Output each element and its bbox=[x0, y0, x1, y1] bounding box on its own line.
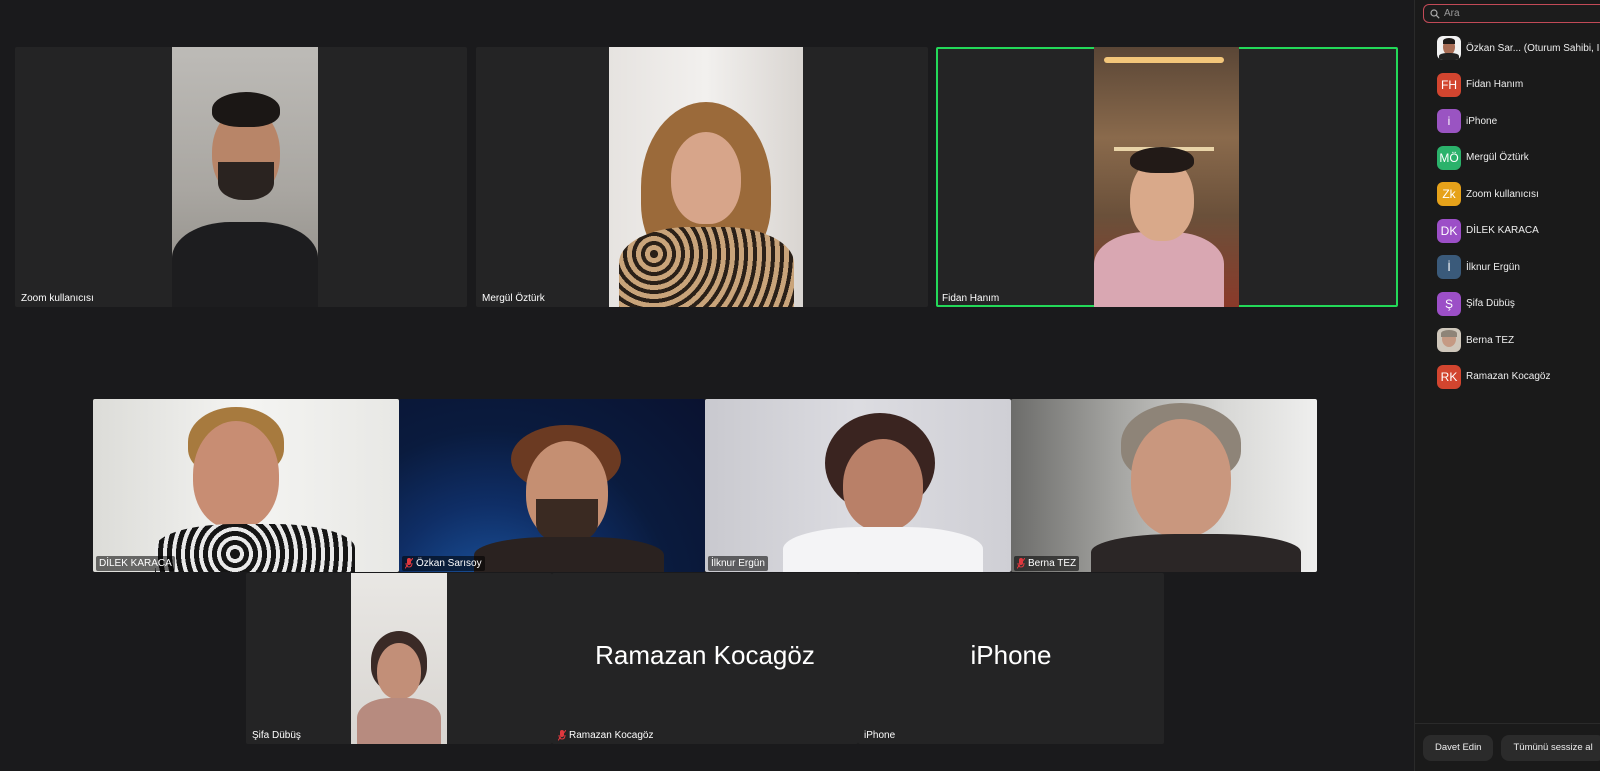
participants-panel: Özkan Sar... (Oturum Sahibi, I FH Fidan … bbox=[1414, 0, 1600, 771]
participant-name-label: Berna TEZ bbox=[1014, 556, 1080, 571]
mute-all-button[interactable]: Tümünü sessize al bbox=[1501, 734, 1600, 761]
participant-video bbox=[609, 47, 803, 307]
participant-list: Özkan Sar... (Oturum Sahibi, I FH Fidan … bbox=[1415, 30, 1600, 395]
participant-display-name: Ramazan Kocagöz bbox=[595, 639, 815, 670]
search-icon bbox=[1430, 8, 1440, 19]
participants-footer: Davet Edin Tümünü sessize al bbox=[1415, 723, 1600, 771]
participant-video bbox=[93, 399, 399, 572]
participant-name: Özkan Sar... (Oturum Sahibi, I bbox=[1466, 42, 1600, 54]
participant-name-label: Zoom kullanıcısı bbox=[21, 293, 94, 304]
participant-row[interactable]: FH Fidan Hanım bbox=[1415, 67, 1600, 104]
participant-name-label: Özkan Sarısoy bbox=[402, 556, 485, 571]
video-tile-ramazan-kocagoz[interactable]: Ramazan Kocagöz Ramazan Kocagöz bbox=[552, 573, 858, 744]
participant-name: Mergül Öztürk bbox=[1466, 152, 1529, 164]
participant-display-name: iPhone bbox=[970, 639, 1052, 670]
search-input[interactable] bbox=[1444, 8, 1584, 19]
participant-video bbox=[1011, 399, 1317, 572]
video-tile-iphone[interactable]: iPhone iPhone bbox=[858, 573, 1164, 744]
participant-row[interactable]: Zk Zoom kullanıcısı bbox=[1415, 176, 1600, 213]
video-tile-mergul-ozturk[interactable]: Mergül Öztürk bbox=[476, 47, 928, 307]
gallery-view: Zoom kullanıcısı Mergül Öztürk Fidan Han… bbox=[0, 0, 1414, 771]
participant-name: Fidan Hanım bbox=[1466, 79, 1524, 91]
participant-name: Zoom kullanıcısı bbox=[1466, 188, 1539, 200]
participant-name: iPhone bbox=[1466, 115, 1498, 127]
video-tile-ozkan-sarisoy[interactable]: Özkan Sarısoy bbox=[399, 399, 705, 572]
participant-name-label: DİLEK KARACA bbox=[96, 556, 175, 571]
participant-row[interactable]: Özkan Sar... (Oturum Sahibi, I bbox=[1415, 30, 1600, 67]
participant-name: İlknur Ergün bbox=[1466, 261, 1520, 273]
participant-row[interactable]: MÖ Mergül Öztürk bbox=[1415, 140, 1600, 177]
invite-button[interactable]: Davet Edin bbox=[1423, 734, 1494, 761]
participant-name-label: Fidan Hanım bbox=[942, 293, 1000, 304]
video-tile-dilek-karaca[interactable]: DİLEK KARACA bbox=[93, 399, 399, 572]
participant-name-label: iPhone bbox=[864, 730, 896, 741]
avatar bbox=[1437, 328, 1461, 353]
participant-search[interactable] bbox=[1423, 4, 1600, 23]
avatar: Zk bbox=[1437, 182, 1461, 207]
participant-row[interactable]: Berna TEZ bbox=[1415, 322, 1600, 359]
avatar: İ bbox=[1437, 255, 1461, 280]
participant-video bbox=[705, 399, 1011, 572]
video-tile-berna-tez[interactable]: Berna TEZ bbox=[1011, 399, 1317, 572]
muted-mic-icon bbox=[558, 730, 566, 741]
participant-video bbox=[1094, 47, 1239, 307]
avatar: Ş bbox=[1437, 291, 1461, 316]
participant-name: Ramazan Kocagöz bbox=[1466, 371, 1551, 383]
avatar: RK bbox=[1437, 364, 1461, 389]
participant-video bbox=[351, 573, 447, 744]
video-tile-ilknur-ergun[interactable]: İlknur Ergün bbox=[705, 399, 1011, 572]
participant-name-label: İlknur Ergün bbox=[708, 556, 768, 571]
avatar: FH bbox=[1437, 72, 1461, 97]
video-tile-zoom-user[interactable]: Zoom kullanıcısı bbox=[15, 47, 467, 307]
participant-row[interactable]: i iPhone bbox=[1415, 103, 1600, 140]
participant-name: Şifa Dübüş bbox=[1466, 298, 1515, 310]
participant-name: DİLEK KARACA bbox=[1466, 225, 1539, 237]
participant-row[interactable]: DK DİLEK KARACA bbox=[1415, 213, 1600, 250]
participant-name-label: Şifa Dübüş bbox=[252, 730, 301, 741]
muted-mic-icon bbox=[405, 558, 413, 569]
avatar bbox=[1437, 36, 1461, 61]
video-tile-sifa-dubus[interactable]: Şifa Dübüş bbox=[246, 573, 552, 744]
participant-video bbox=[172, 47, 318, 307]
avatar: MÖ bbox=[1437, 145, 1461, 170]
participant-name: Berna TEZ bbox=[1466, 334, 1515, 346]
participant-row[interactable]: RK Ramazan Kocagöz bbox=[1415, 359, 1600, 396]
zoom-window: Zoom kullanıcısı Mergül Öztürk Fidan Han… bbox=[0, 0, 1600, 771]
video-tile-fidan-hanim[interactable]: Fidan Hanım bbox=[936, 47, 1398, 307]
participant-video bbox=[399, 399, 705, 572]
participant-name-label: Ramazan Kocagöz bbox=[555, 728, 657, 743]
participant-name-label: Mergül Öztürk bbox=[482, 293, 545, 304]
participant-row[interactable]: İ İlknur Ergün bbox=[1415, 249, 1600, 286]
avatar: DK bbox=[1437, 218, 1461, 243]
participant-row[interactable]: Ş Şifa Dübüş bbox=[1415, 286, 1600, 323]
avatar: i bbox=[1437, 109, 1461, 134]
muted-mic-icon bbox=[1017, 558, 1025, 569]
